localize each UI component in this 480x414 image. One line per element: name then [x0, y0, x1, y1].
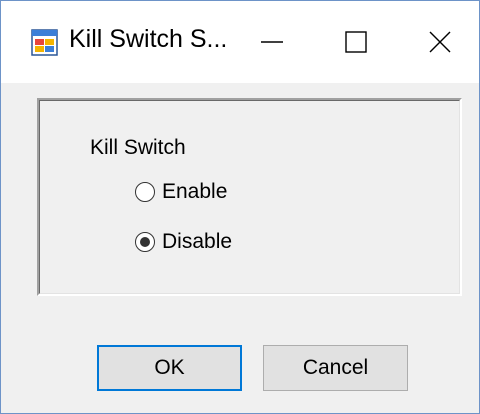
- radio-checked-icon[interactable]: [135, 232, 155, 252]
- title-bar[interactable]: Kill Switch S...: [1, 1, 479, 83]
- group-inner-border: [39, 100, 460, 294]
- disable-radio[interactable]: Disable: [135, 228, 232, 256]
- close-icon: [428, 30, 452, 54]
- ok-button[interactable]: OK: [97, 345, 242, 391]
- minimize-button[interactable]: [233, 1, 311, 83]
- cancel-button[interactable]: Cancel: [263, 345, 408, 391]
- minimize-icon: [260, 30, 284, 54]
- maximize-icon: [344, 30, 368, 54]
- kill-switch-group: [37, 98, 462, 296]
- radio-dot: [140, 237, 150, 247]
- window-title: Kill Switch S...: [69, 25, 228, 53]
- disable-radio-label[interactable]: Disable: [162, 230, 232, 254]
- kill-switch-label: Kill Switch: [90, 136, 186, 159]
- enable-radio-label[interactable]: Enable: [162, 180, 227, 204]
- enable-radio[interactable]: Enable: [135, 178, 227, 206]
- radio-unchecked-icon[interactable]: [135, 182, 155, 202]
- maximize-button[interactable]: [317, 1, 395, 83]
- close-button[interactable]: [401, 1, 479, 83]
- kill-switch-dialog: Kill Switch S... Kill Switch Enable Disa…: [0, 0, 480, 414]
- app-window-icon: [31, 29, 58, 56]
